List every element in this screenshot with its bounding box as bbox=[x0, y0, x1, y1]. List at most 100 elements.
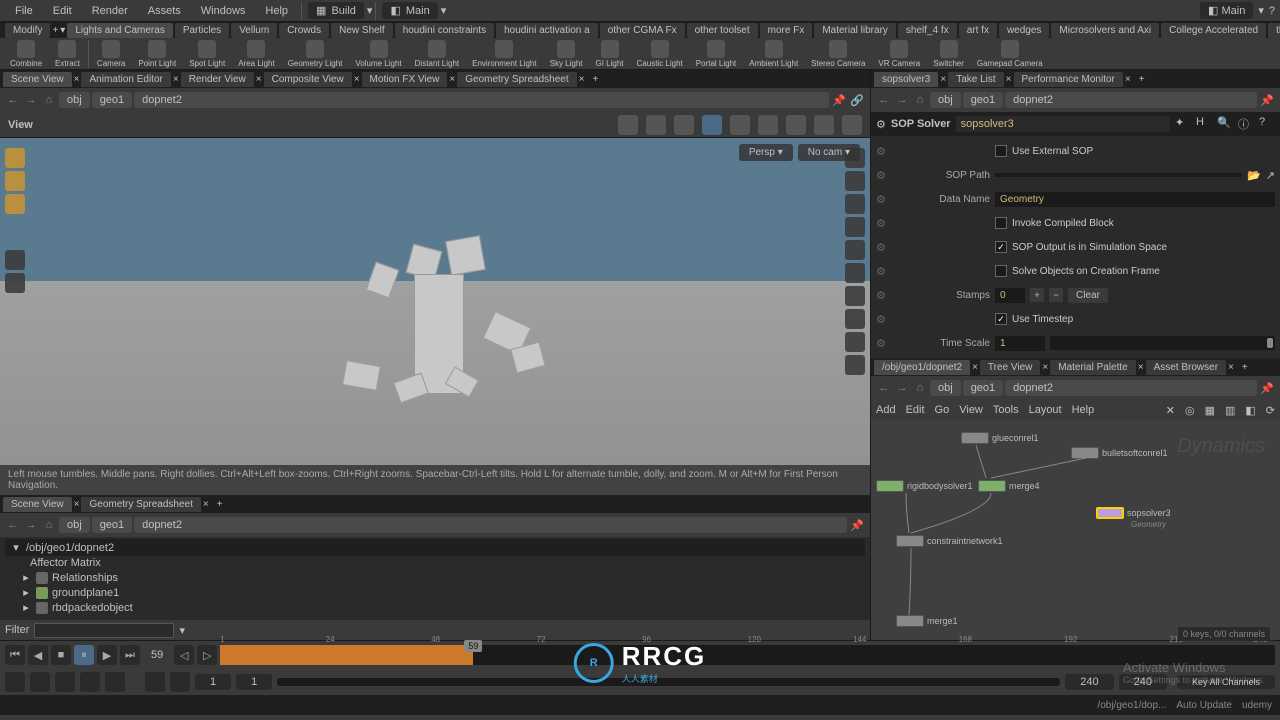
vh-icon[interactable] bbox=[674, 115, 694, 135]
step-fwd-button[interactable]: ▷ bbox=[197, 645, 217, 665]
net-tools[interactable]: Tools bbox=[993, 404, 1019, 416]
crumb-dopnet2[interactable]: dopnet2 bbox=[134, 517, 847, 533]
vh-icon[interactable] bbox=[786, 115, 806, 135]
input-data-name[interactable]: Geometry bbox=[995, 192, 1275, 207]
arrow-icon[interactable] bbox=[5, 250, 25, 270]
tool-camera[interactable]: Camera bbox=[92, 39, 130, 69]
tool-skylight[interactable]: Sky Light bbox=[545, 39, 588, 69]
vtool-icon[interactable] bbox=[5, 194, 25, 214]
tab-matpalette[interactable]: Material Palette bbox=[1050, 360, 1135, 375]
net-icon[interactable]: ◎ bbox=[1185, 404, 1195, 417]
net-icon[interactable]: ✕ bbox=[1166, 404, 1175, 417]
shelf-tab[interactable]: Crowds bbox=[279, 23, 329, 38]
gear-icon[interactable]: ⚙ bbox=[876, 169, 890, 182]
shelf-tab[interactable]: more Fx bbox=[760, 23, 813, 38]
pin-icon[interactable]: 📌 bbox=[1259, 92, 1275, 108]
crumb-geo1[interactable]: geo1 bbox=[92, 92, 132, 108]
clear-button[interactable]: Clear bbox=[1068, 288, 1108, 303]
crumb-obj[interactable]: obj bbox=[59, 92, 90, 108]
vh-icon[interactable] bbox=[758, 115, 778, 135]
input-stamps[interactable]: 0 bbox=[995, 288, 1025, 303]
tool-extract[interactable]: Extract bbox=[50, 39, 85, 69]
forward-icon[interactable]: → bbox=[23, 92, 39, 108]
chevron-down-icon[interactable]: ▾ bbox=[179, 624, 185, 637]
tool-combine[interactable]: Combine bbox=[5, 39, 47, 69]
tree-item[interactable]: Affector Matrix bbox=[5, 556, 865, 570]
vtool-icon[interactable] bbox=[5, 171, 25, 191]
home-icon[interactable]: ⌂ bbox=[912, 92, 928, 108]
tool-stereocam[interactable]: Stereo Camera bbox=[806, 39, 870, 69]
pin-icon[interactable]: 📌 bbox=[1259, 380, 1275, 396]
persp-dropdown[interactable]: Persp ▾ bbox=[739, 144, 793, 161]
range-end[interactable]: 240 bbox=[1065, 674, 1113, 690]
tree-item[interactable]: ▸rbdpackedobject bbox=[5, 600, 865, 615]
chevron-down-icon[interactable]: ▾ bbox=[441, 4, 447, 17]
shelf-tab[interactable]: Particles bbox=[175, 23, 229, 38]
filter-input[interactable] bbox=[34, 623, 174, 638]
tab-sopsolver3[interactable]: sopsolver3 bbox=[874, 72, 938, 87]
back-icon[interactable]: ← bbox=[876, 92, 892, 108]
vtool-icon[interactable] bbox=[845, 355, 865, 375]
vtool-icon[interactable] bbox=[845, 171, 865, 191]
vtool-icon[interactable] bbox=[845, 194, 865, 214]
tool-ambientlight[interactable]: Ambient Light bbox=[744, 39, 803, 69]
net-icon[interactable]: ◧ bbox=[1245, 404, 1255, 417]
gear-icon[interactable]: ⚙ bbox=[876, 289, 890, 302]
tab-takelist[interactable]: Take List bbox=[948, 72, 1003, 87]
gear-icon[interactable]: ⚙ bbox=[876, 241, 890, 254]
tab-sceneview[interactable]: Scene View bbox=[3, 497, 72, 512]
menu-windows[interactable]: Windows bbox=[191, 2, 256, 20]
net-icon[interactable]: ▥ bbox=[1225, 404, 1235, 417]
pin-icon[interactable]: 📌 bbox=[831, 92, 847, 108]
range-track[interactable] bbox=[277, 678, 1060, 686]
stepper-up[interactable]: + bbox=[1030, 288, 1044, 302]
node-constraint[interactable]: constraintnetwork1 bbox=[896, 535, 1003, 547]
menu-file[interactable]: File bbox=[5, 2, 43, 20]
menu-assets[interactable]: Assets bbox=[138, 2, 191, 20]
info-icon[interactable]: ⓘ bbox=[1238, 116, 1254, 132]
shelf-tab[interactable]: Vellum bbox=[231, 23, 277, 38]
chevron-down-icon[interactable]: ▾ bbox=[60, 25, 65, 36]
tab-geospread[interactable]: Geometry Spreadsheet bbox=[81, 497, 200, 512]
input-sop-path[interactable] bbox=[995, 173, 1242, 177]
first-frame-button[interactable]: ⏮ bbox=[5, 645, 25, 665]
help-icon[interactable]: ? bbox=[1269, 5, 1275, 17]
tool-geolight[interactable]: Geometry Light bbox=[283, 39, 348, 69]
tool-gilight[interactable]: GI Light bbox=[591, 39, 629, 69]
auto-update-dropdown[interactable]: Auto Update bbox=[1176, 700, 1232, 711]
node-merge4[interactable]: merge4 bbox=[978, 480, 1040, 492]
shelf-tab[interactable]: other toolset bbox=[687, 23, 758, 38]
tool-causticlight[interactable]: Caustic Light bbox=[632, 39, 688, 69]
vtool-icon[interactable] bbox=[845, 217, 865, 237]
lock-icon[interactable] bbox=[5, 273, 25, 293]
forward-icon[interactable]: → bbox=[894, 92, 910, 108]
current-frame[interactable]: 59 bbox=[143, 647, 171, 663]
tree-path[interactable]: ▾/obj/geo1/dopnet2 bbox=[5, 539, 865, 556]
slider-timescale[interactable] bbox=[1050, 336, 1275, 350]
camera-dropdown[interactable]: No cam ▾ bbox=[798, 144, 860, 161]
desktop-dropdown[interactable]: ▦ Build bbox=[308, 2, 364, 19]
net-view[interactable]: View bbox=[959, 404, 983, 416]
range-icon[interactable] bbox=[80, 672, 100, 692]
range-icon[interactable] bbox=[145, 672, 165, 692]
forward-icon[interactable]: → bbox=[894, 380, 910, 396]
shelf-tab[interactable]: New Shelf bbox=[331, 23, 393, 38]
checkbox-use-external[interactable] bbox=[995, 145, 1007, 157]
gear-icon[interactable]: ⚙ bbox=[876, 118, 886, 131]
net-icon[interactable]: ▦ bbox=[1205, 404, 1215, 417]
search-icon[interactable]: 🔍 bbox=[1217, 116, 1233, 132]
crumb-geo1[interactable]: geo1 bbox=[92, 517, 132, 533]
node-name-field[interactable]: sopsolver3 bbox=[956, 116, 1170, 132]
shelf-tab[interactable]: College Accelerated bbox=[1161, 23, 1266, 38]
node-merge1[interactable]: merge1 bbox=[896, 615, 958, 627]
checkbox-sop-sim[interactable]: ✓ bbox=[995, 241, 1007, 253]
step-back-button[interactable]: ◁ bbox=[174, 645, 194, 665]
checkbox-invoke[interactable] bbox=[995, 217, 1007, 229]
vtool-icon[interactable] bbox=[845, 263, 865, 283]
home-icon[interactable]: ⌂ bbox=[41, 517, 57, 533]
crumb-obj[interactable]: obj bbox=[59, 517, 90, 533]
tool-envlight[interactable]: Environment Light bbox=[467, 39, 541, 69]
tool-volumelight[interactable]: Volume Light bbox=[350, 39, 406, 69]
H-icon[interactable]: H bbox=[1196, 116, 1212, 132]
range-icon[interactable] bbox=[30, 672, 50, 692]
